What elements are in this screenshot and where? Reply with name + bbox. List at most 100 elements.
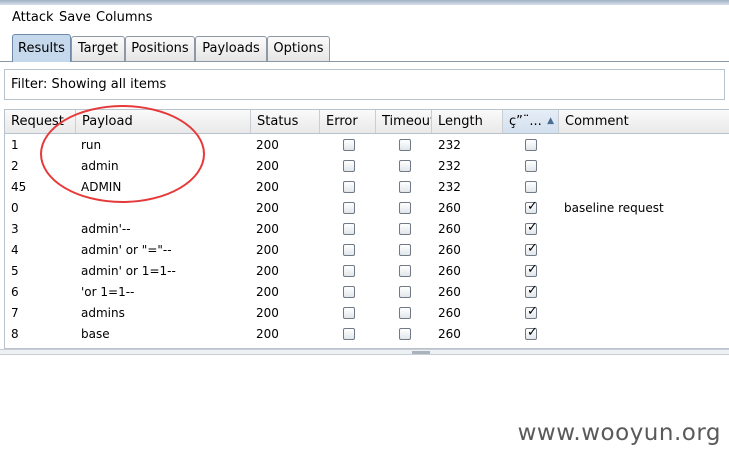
cell-payload: run bbox=[81, 138, 102, 152]
timeout-checkbox[interactable] bbox=[399, 286, 411, 298]
menu-columns[interactable]: Columns bbox=[96, 10, 153, 25]
checkmark-icon: ✓ bbox=[527, 241, 538, 256]
table-row[interactable]: 3 admin'-- 200 260 ✓ bbox=[5, 219, 729, 240]
cell-status: 200 bbox=[256, 222, 279, 236]
cell-status: 200 bbox=[256, 138, 279, 152]
checkmark-icon: ✓ bbox=[527, 283, 538, 298]
match-checkbox[interactable]: ✓ bbox=[525, 241, 538, 256]
cell-request: 0 bbox=[11, 201, 19, 215]
checkmark-icon: ✓ bbox=[527, 199, 538, 214]
match-checkbox[interactable] bbox=[525, 139, 537, 151]
cell-status: 200 bbox=[256, 264, 279, 278]
table-row[interactable]: 6 'or 1=1-- 200 260 ✓ bbox=[5, 282, 729, 303]
column-header-timeout[interactable]: Timeout bbox=[376, 110, 432, 133]
match-checkbox[interactable]: ✓ bbox=[525, 283, 538, 298]
table-row[interactable]: 45 ADMIN 200 232 bbox=[5, 177, 729, 198]
match-checkbox[interactable] bbox=[525, 160, 537, 172]
match-checkbox[interactable] bbox=[525, 181, 537, 193]
cell-length: 232 bbox=[438, 159, 461, 173]
column-header-match[interactable]: ç”¨... ▲ bbox=[503, 110, 559, 133]
timeout-checkbox[interactable] bbox=[399, 328, 411, 340]
error-checkbox[interactable] bbox=[343, 202, 355, 214]
cell-request: 1 bbox=[11, 138, 19, 152]
checkmark-icon: ✓ bbox=[527, 325, 538, 340]
column-header-length[interactable]: Length bbox=[432, 110, 503, 133]
error-checkbox[interactable] bbox=[343, 139, 355, 151]
timeout-checkbox[interactable] bbox=[399, 202, 411, 214]
match-checkbox[interactable]: ✓ bbox=[525, 220, 538, 235]
error-checkbox[interactable] bbox=[343, 160, 355, 172]
error-checkbox[interactable] bbox=[343, 265, 355, 277]
cell-length: 260 bbox=[438, 306, 461, 320]
timeout-checkbox[interactable] bbox=[399, 181, 411, 193]
table-row[interactable]: 5 admin' or 1=1-- 200 260 ✓ bbox=[5, 261, 729, 282]
menu-save[interactable]: Save bbox=[59, 10, 91, 25]
checkmark-icon: ✓ bbox=[527, 304, 538, 319]
table-row[interactable]: 0 200 260 baseline request ✓ bbox=[5, 198, 729, 219]
column-header-payload[interactable]: Payload bbox=[76, 110, 251, 133]
timeout-checkbox[interactable] bbox=[399, 307, 411, 319]
cell-request: 45 bbox=[11, 180, 27, 194]
table-row[interactable]: 4 admin' or "="-- 200 260 ✓ bbox=[5, 240, 729, 261]
error-checkbox[interactable] bbox=[343, 181, 355, 193]
intruder-results-window: Attack Save Columns Results Target Posit… bbox=[0, 0, 729, 460]
menu-bar: Attack Save Columns bbox=[0, 5, 729, 31]
column-header-comment[interactable]: Comment bbox=[559, 110, 729, 133]
column-header-error[interactable]: Error bbox=[320, 110, 376, 133]
tab-payloads[interactable]: Payloads bbox=[195, 36, 267, 61]
results-table: Request Payload Status Error Timeout Len… bbox=[4, 109, 729, 349]
checkmark-icon: ✓ bbox=[527, 262, 538, 277]
error-checkbox[interactable] bbox=[343, 328, 355, 340]
cell-length: 260 bbox=[438, 285, 461, 299]
column-header-request[interactable]: Request bbox=[5, 110, 76, 133]
timeout-checkbox[interactable] bbox=[399, 223, 411, 235]
cell-payload: ADMIN bbox=[81, 180, 122, 194]
cell-payload: 'or 1=1-- bbox=[81, 285, 135, 299]
cell-request: 7 bbox=[11, 306, 19, 320]
timeout-checkbox[interactable] bbox=[399, 265, 411, 277]
cell-payload: admin'-- bbox=[81, 222, 131, 236]
tab-target[interactable]: Target bbox=[71, 36, 125, 61]
timeout-checkbox[interactable] bbox=[399, 139, 411, 151]
column-header-status[interactable]: Status bbox=[251, 110, 320, 133]
cell-status: 200 bbox=[256, 306, 279, 320]
error-checkbox[interactable] bbox=[343, 223, 355, 235]
error-checkbox[interactable] bbox=[343, 307, 355, 319]
match-checkbox[interactable]: ✓ bbox=[525, 199, 538, 214]
table-row[interactable]: 1 run 200 232 bbox=[5, 135, 729, 156]
tab-results[interactable]: Results bbox=[12, 34, 71, 62]
pane-splitter[interactable] bbox=[0, 349, 729, 355]
match-checkbox[interactable]: ✓ bbox=[525, 325, 538, 340]
table-header: Request Payload Status Error Timeout Len… bbox=[5, 110, 729, 134]
table-row[interactable]: 7 admins 200 260 ✓ bbox=[5, 303, 729, 324]
cell-status: 200 bbox=[256, 180, 279, 194]
cell-payload: admin bbox=[81, 159, 119, 173]
match-checkbox[interactable]: ✓ bbox=[525, 304, 538, 319]
match-checkbox[interactable]: ✓ bbox=[525, 262, 538, 277]
cell-length: 260 bbox=[438, 201, 461, 215]
cell-length: 260 bbox=[438, 264, 461, 278]
table-row[interactable]: 8 base 200 260 ✓ bbox=[5, 324, 729, 345]
tab-strip-divider bbox=[0, 61, 729, 62]
cell-status: 200 bbox=[256, 159, 279, 173]
error-checkbox[interactable] bbox=[343, 244, 355, 256]
checkmark-icon: ✓ bbox=[527, 220, 538, 235]
timeout-checkbox[interactable] bbox=[399, 244, 411, 256]
error-checkbox[interactable] bbox=[343, 286, 355, 298]
cell-status: 200 bbox=[256, 327, 279, 341]
tab-positions[interactable]: Positions bbox=[125, 36, 195, 61]
menu-attack[interactable]: Attack bbox=[12, 10, 54, 25]
cell-payload: admin' or "="-- bbox=[81, 243, 172, 257]
cell-length: 232 bbox=[438, 180, 461, 194]
timeout-checkbox[interactable] bbox=[399, 160, 411, 172]
cell-length: 260 bbox=[438, 327, 461, 341]
sort-ascending-icon: ▲ bbox=[547, 116, 554, 126]
cell-request: 3 bbox=[11, 222, 19, 236]
cell-length: 232 bbox=[438, 138, 461, 152]
filter-bar[interactable]: Filter: Showing all items bbox=[4, 69, 725, 100]
cell-request: 5 bbox=[11, 264, 19, 278]
table-row[interactable]: 2 admin 200 232 bbox=[5, 156, 729, 177]
splitter-grip-icon[interactable] bbox=[412, 351, 430, 354]
tab-options[interactable]: Options bbox=[267, 36, 330, 61]
cell-length: 260 bbox=[438, 222, 461, 236]
